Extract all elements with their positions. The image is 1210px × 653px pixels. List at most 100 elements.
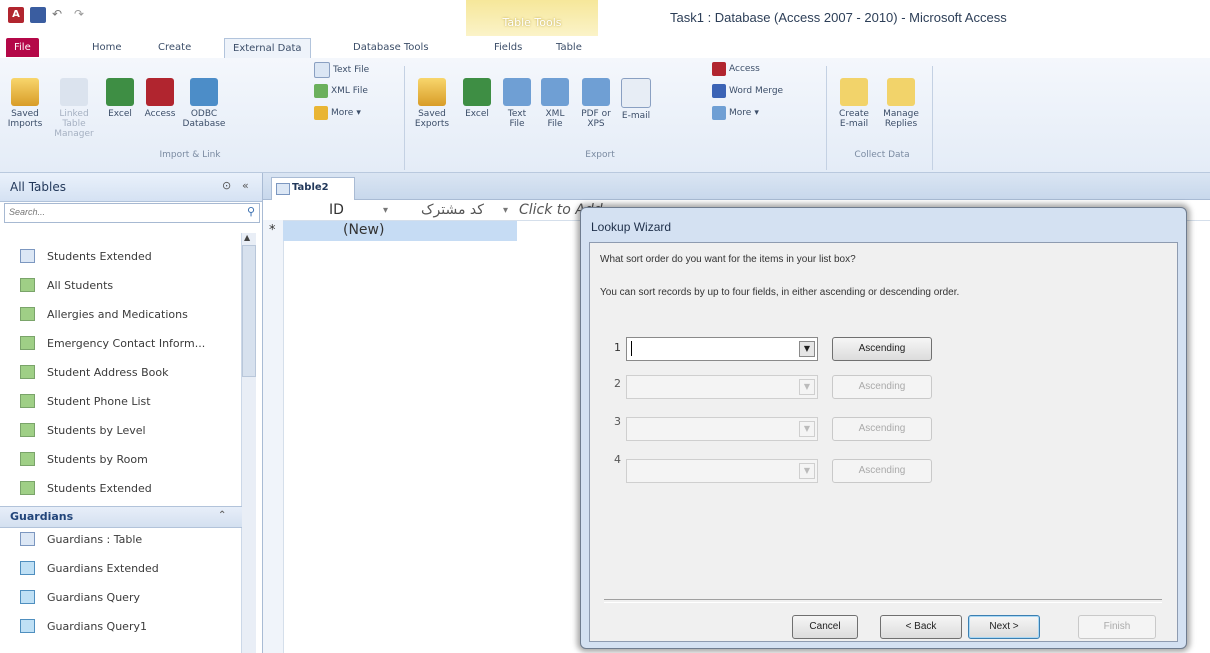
tab-fields[interactable]: Fields [486, 38, 530, 57]
tab-external-data[interactable]: External Data [224, 38, 311, 59]
nav-scroll-thumb[interactable] [242, 245, 256, 377]
ribbon-separator [404, 66, 405, 170]
xml-file-label: XML File [331, 86, 368, 96]
tab-file[interactable]: File [6, 38, 39, 57]
linked-table-icon [60, 78, 88, 106]
new-record-marker: * [269, 223, 276, 238]
import-more-button[interactable]: More ▾ [314, 106, 361, 120]
export-more-button[interactable]: More ▾ [712, 106, 759, 120]
nav-item[interactable]: Students Extended [20, 245, 152, 267]
finish-button[interactable]: Finish [1078, 615, 1156, 639]
search-icon[interactable]: ⚲ [247, 205, 255, 218]
nav-search-input[interactable] [5, 204, 233, 220]
import-xml-file-button[interactable]: XML File [314, 84, 368, 98]
import-text-file-button[interactable]: Text File [314, 62, 369, 78]
document-tab-label: Table2 [292, 182, 329, 193]
save-icon[interactable] [30, 7, 46, 23]
column-header-id[interactable]: ID [329, 202, 344, 218]
sort-field-4-combo[interactable]: ▼ [626, 459, 818, 483]
nav-item[interactable]: Guardians : Table [20, 528, 142, 550]
word-merge-button[interactable]: Word Merge [712, 84, 783, 98]
chevron-down-icon[interactable]: ▼ [799, 463, 815, 479]
collapse-pane-icon[interactable]: « [242, 179, 249, 192]
report-icon [20, 307, 35, 321]
nav-item[interactable]: Students Extended [20, 477, 152, 499]
odbc-icon [190, 78, 218, 106]
tab-table[interactable]: Table [548, 38, 590, 57]
manage-replies-button[interactable]: Manage Replies [878, 78, 924, 129]
next-button[interactable]: Next > [968, 615, 1040, 639]
chevron-down-icon[interactable]: ▼ [799, 421, 815, 437]
odbc-database-button[interactable]: ODBC Database [182, 78, 226, 129]
report-icon [20, 452, 35, 466]
column-sort-icon[interactable]: ▾ [383, 205, 388, 216]
sort-order-4-button[interactable]: Ascending [832, 459, 932, 483]
manage-replies-label: Manage Replies [883, 109, 919, 129]
sort-field-1-combo[interactable]: ▼ [626, 337, 818, 361]
quick-access-toolbar: A ↶ ↷ [8, 6, 90, 24]
nav-item[interactable]: Guardians Extended [20, 557, 159, 579]
xml-export-icon [541, 78, 569, 106]
import-excel-button[interactable]: Excel [102, 78, 138, 119]
tab-database-tools[interactable]: Database Tools [345, 38, 437, 57]
redo-icon[interactable]: ↷ [74, 7, 90, 23]
undo-icon[interactable]: ↶ [52, 7, 68, 23]
column-sort-icon[interactable]: ▾ [503, 205, 508, 216]
column-header-custom[interactable]: کد مشترک [421, 202, 484, 218]
import-group-label: Import & Link [159, 150, 221, 160]
document-tab-table2[interactable]: Table2 [271, 177, 355, 200]
linked-table-manager-button[interactable]: Linked Table Manager [48, 78, 100, 139]
sort-order-2-button[interactable]: Ascending [832, 375, 932, 399]
sort-number: 4 [614, 453, 621, 466]
tab-create[interactable]: Create [150, 38, 199, 57]
dropdown-arrow-icon: ▾ [754, 108, 759, 118]
excel-icon [106, 78, 134, 106]
nav-item[interactable]: All Students [20, 274, 113, 296]
scroll-up-icon[interactable]: ▲ [244, 233, 250, 242]
back-button[interactable]: < Back [880, 615, 962, 639]
nav-item[interactable]: Guardians Query [20, 586, 140, 608]
export-xml-file-button[interactable]: XML File [538, 78, 572, 129]
nav-group-guardians[interactable]: Guardians ⌃ [0, 506, 242, 528]
collapse-group-icon[interactable]: ⌃ [218, 510, 226, 521]
saved-exports-button[interactable]: Saved Exports [410, 78, 454, 129]
chevron-down-icon[interactable]: ▼ [799, 341, 815, 357]
export-pdf-label: PDF or XPS [581, 109, 611, 129]
nav-item[interactable]: Students by Room [20, 448, 148, 470]
more-export-icon [712, 106, 726, 120]
nav-search-box[interactable]: ⚲ [4, 203, 260, 223]
sort-order-1-button[interactable]: Ascending [832, 337, 932, 361]
nav-item[interactable]: Guardians Query1 [20, 615, 147, 637]
nav-item[interactable]: Emergency Contact Inform... [20, 332, 205, 354]
new-record-row[interactable]: (New) [283, 221, 517, 241]
export-excel-button[interactable]: Excel [460, 78, 494, 119]
sort-field-2-combo[interactable]: ▼ [626, 375, 818, 399]
tab-home[interactable]: Home [84, 38, 130, 57]
sort-field-3-combo[interactable]: ▼ [626, 417, 818, 441]
sort-order-3-button[interactable]: Ascending [832, 417, 932, 441]
nav-item[interactable]: Allergies and Medications [20, 303, 188, 325]
create-email-button[interactable]: Create E-mail [834, 78, 874, 129]
dialog-title: Lookup Wizard [591, 220, 672, 234]
cancel-button[interactable]: Cancel [792, 615, 858, 639]
nav-item[interactable]: Student Address Book [20, 361, 168, 383]
export-email-button[interactable]: E-mail [618, 78, 654, 121]
nav-header[interactable]: All Tables ⊙ « [0, 173, 262, 202]
ribbon-tabs: File Home Create External Data Database … [0, 36, 1210, 59]
export-pdf-button[interactable]: PDF or XPS [578, 78, 614, 129]
nav-item[interactable]: Students by Level [20, 419, 146, 441]
import-access-button[interactable]: Access [140, 78, 180, 119]
export-text-file-button[interactable]: Text File [500, 78, 534, 129]
chevron-down-icon[interactable]: ▼ [799, 379, 815, 395]
report-icon [20, 278, 35, 292]
access-logo-icon[interactable]: A [8, 7, 24, 23]
nav-item-label: Emergency Contact Inform... [47, 336, 206, 350]
chevron-down-icon[interactable]: ⊙ [222, 179, 231, 192]
row-selector-column[interactable] [263, 220, 284, 653]
import-excel-label: Excel [108, 109, 132, 119]
export-access-button[interactable]: Access [712, 62, 760, 76]
nav-item-label: Students by Level [47, 423, 146, 437]
nav-item[interactable]: Student Phone List [20, 390, 151, 412]
email-icon [621, 78, 651, 108]
saved-imports-button[interactable]: Saved Imports [2, 78, 48, 129]
